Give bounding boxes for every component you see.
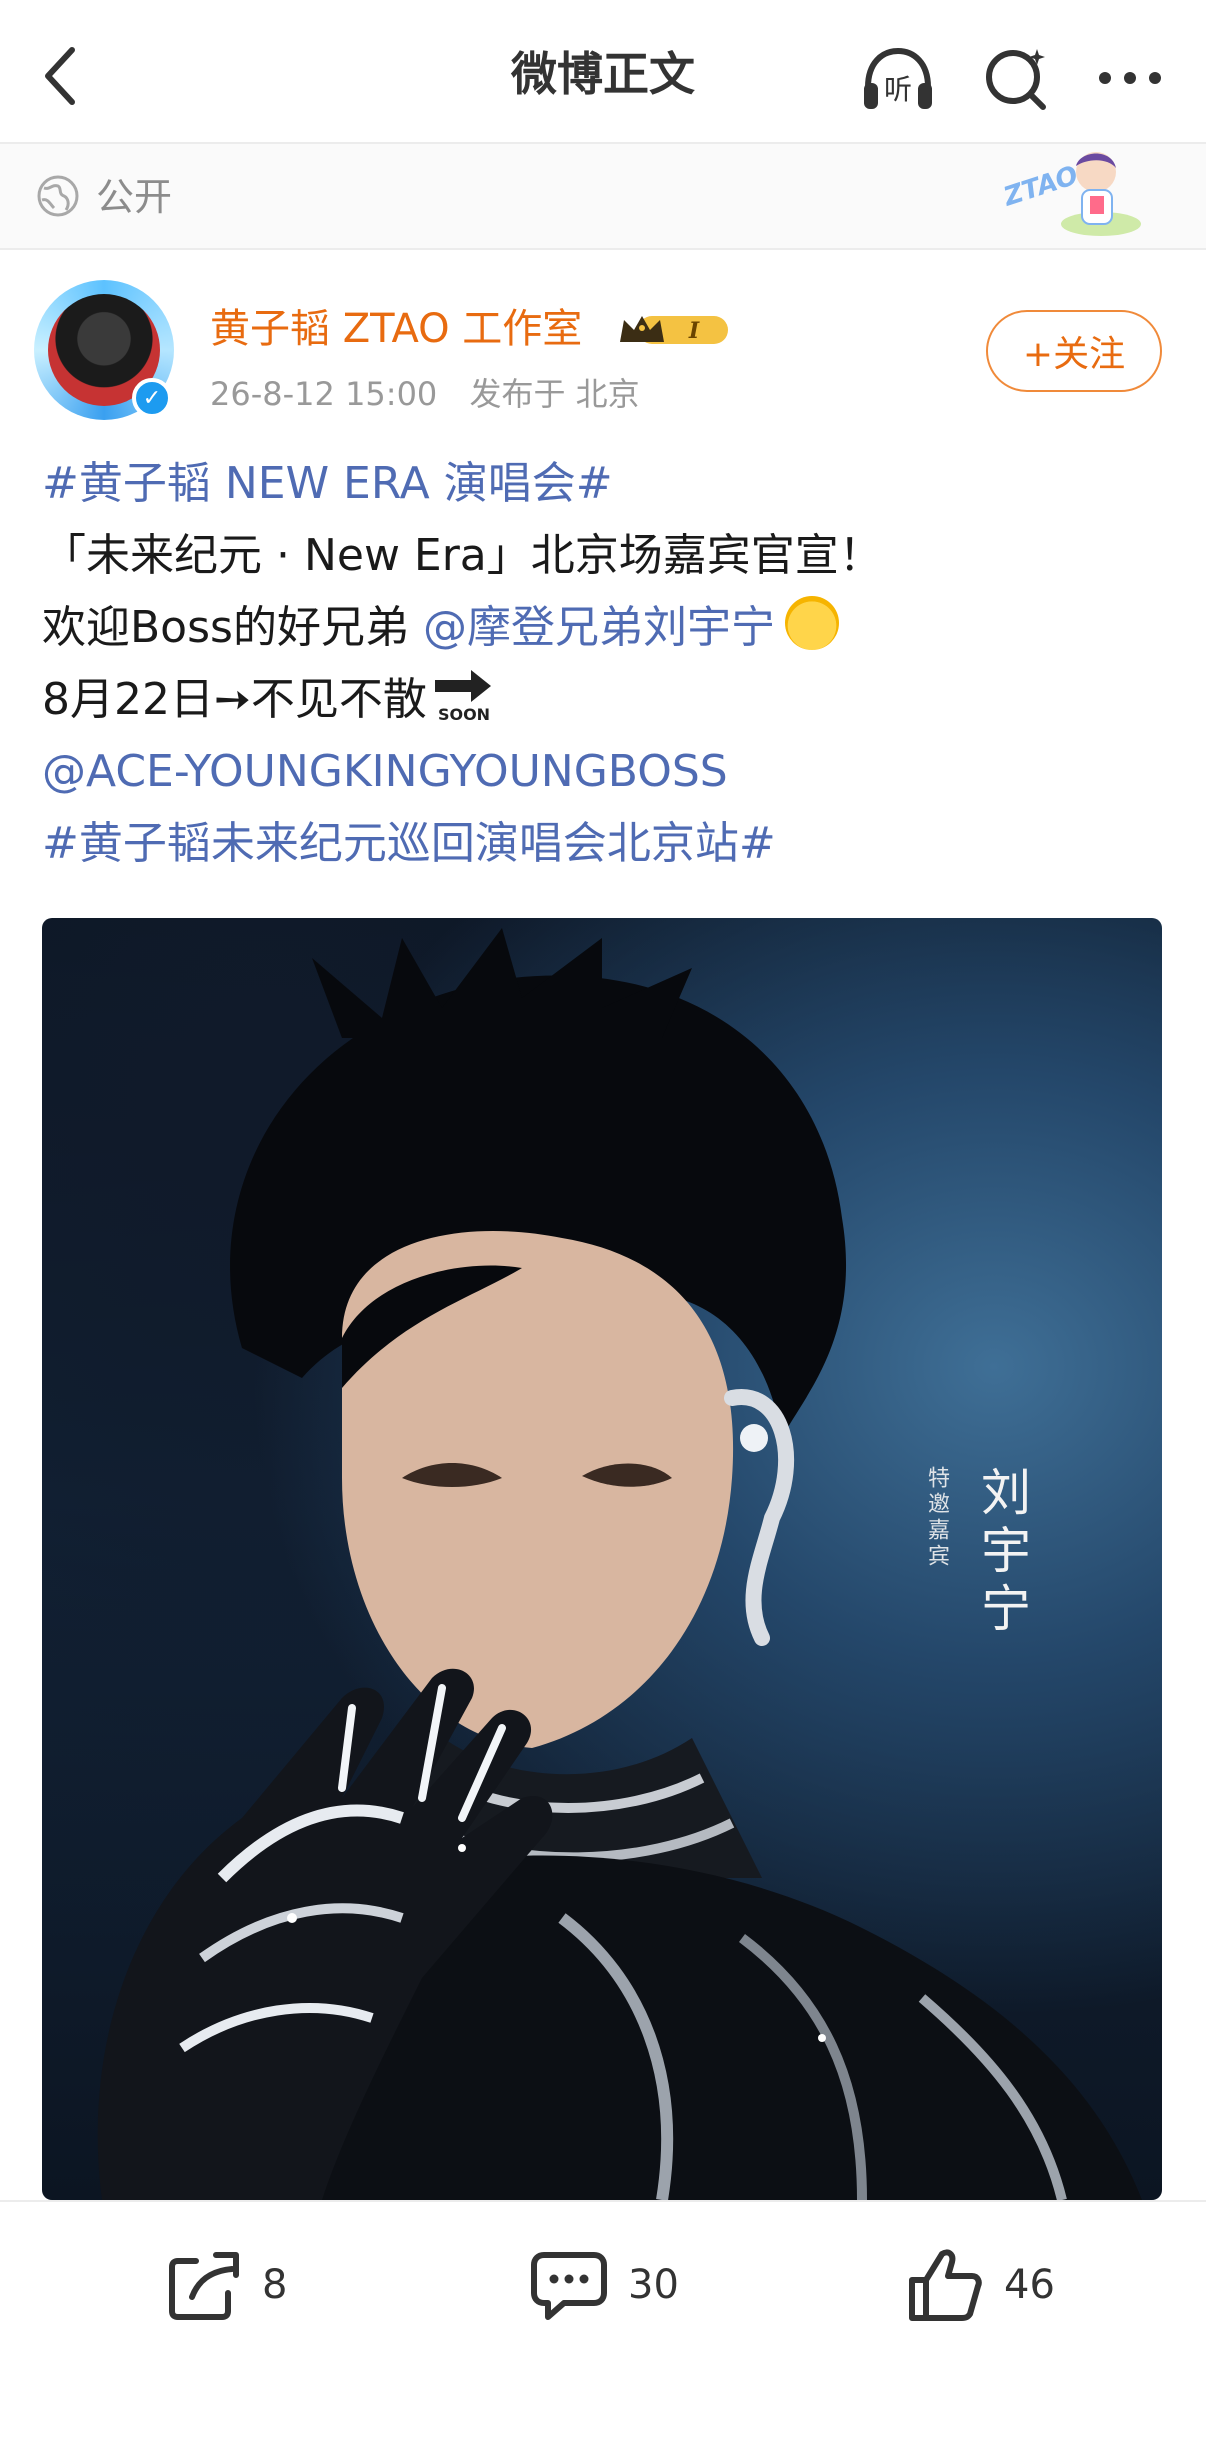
thumbs-up-icon xyxy=(909,2249,982,2321)
headphones-icon: 听 xyxy=(864,47,932,109)
globe-icon xyxy=(37,175,79,217)
guest-name: 刘宇宁 xyxy=(973,1466,1031,1640)
like-button[interactable]: 46 xyxy=(906,2244,1055,2326)
soon-label: SOON xyxy=(438,705,490,724)
hashtag-link[interactable]: #黄子韬 NEW ERA 演唱会# xyxy=(42,458,613,509)
search-button[interactable] xyxy=(976,38,1056,118)
excited-emoji-icon xyxy=(784,596,839,650)
post-image[interactable]: 特邀嘉宾 刘宇宁 xyxy=(42,918,1162,2200)
ztao-sticker-icon: ZTAO xyxy=(999,152,1141,236)
top-nav-bar: 微博正文 听 xyxy=(0,0,1206,144)
author-avatar[interactable]: ✓ xyxy=(34,280,174,420)
follow-button[interactable]: +关注 xyxy=(986,310,1162,392)
more-button[interactable] xyxy=(1090,38,1170,118)
share-icon xyxy=(169,2252,239,2320)
post-content: #黄子韬 NEW ERA 演唱会# 「未来纪元 · New Era」北京场嘉宾官… xyxy=(42,448,1172,880)
post-text-line: 8月22日➙不见不散 xyxy=(42,674,427,725)
search-icon xyxy=(986,49,1046,110)
author-name[interactable]: 黄子韬 ZTAO 工作室 xyxy=(210,302,582,356)
listen-label: 听 xyxy=(884,73,912,106)
hashtag-link[interactable]: #黄子韬未来纪元巡回演唱会北京站# xyxy=(42,818,776,869)
badge-level: I xyxy=(688,318,700,344)
visibility-bar: 公开 ZTAO xyxy=(0,144,1206,250)
mention-link[interactable]: @摩登兄弟刘宇宁 xyxy=(423,602,775,653)
comment-button[interactable]: 30 xyxy=(530,2244,679,2326)
verified-badge-icon: ✓ xyxy=(132,378,172,418)
guest-label: 特邀嘉宾 xyxy=(924,1466,949,1570)
post-text-line: 欢迎Boss的好兄弟 xyxy=(42,602,423,653)
post-time: 26-8-12 15:00 xyxy=(210,375,438,413)
image-caption: 特邀嘉宾 刘宇宁 xyxy=(920,1466,1038,1640)
comment-count: 30 xyxy=(628,2262,679,2308)
listen-button[interactable]: 听 xyxy=(858,38,938,118)
visibility-label: 公开 xyxy=(96,175,173,219)
soon-arrow-icon: SOON xyxy=(434,670,491,724)
post-meta: 26-8-12 15:00 发布于 北京 xyxy=(210,372,662,416)
mention-link[interactable]: @ACE-YOUNGKINGYOUNGBOSS xyxy=(42,746,728,797)
more-dots-icon xyxy=(1099,72,1161,84)
post-text-line: 「未来纪元 · New Era」北京场嘉宾官宣！ xyxy=(42,530,883,581)
share-button[interactable]: 8 xyxy=(166,2244,287,2326)
post-location: 发布于 北京 xyxy=(469,375,640,413)
bottom-toolbar: 8 30 46 xyxy=(0,2200,1206,2445)
like-count: 46 xyxy=(1004,2262,1055,2308)
comment-icon xyxy=(531,2252,607,2320)
svg-text:ZTAO: ZTAO xyxy=(999,161,1082,213)
crown-badge-icon: I xyxy=(620,316,728,344)
share-count: 8 xyxy=(262,2262,288,2308)
